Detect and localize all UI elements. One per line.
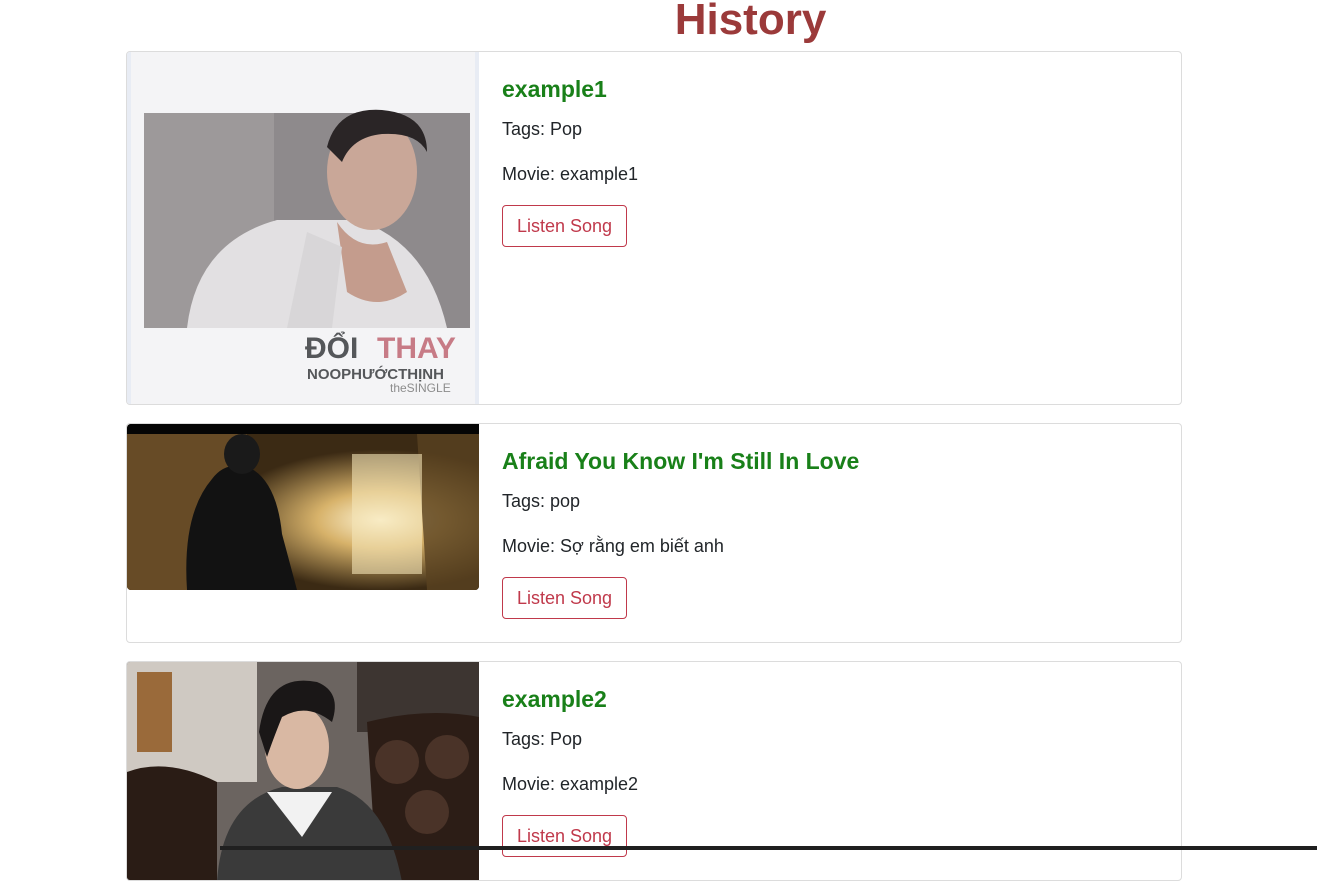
listen-song-button[interactable]: Listen Song bbox=[502, 577, 628, 619]
listen-song-button[interactable]: Listen Song bbox=[502, 815, 628, 857]
song-movie: Movie: Sợ rằng em biết anh bbox=[502, 536, 724, 556]
listen-song-button[interactable]: Listen Song bbox=[502, 205, 628, 247]
song-title[interactable]: example2 bbox=[502, 686, 607, 713]
song-tags: Tags: pop bbox=[502, 491, 581, 511]
song-movie: Movie: example2 bbox=[502, 774, 639, 794]
page-title: History bbox=[674, 0, 827, 44]
song-card: Afraid You Know I'm Still In Love Tags: … bbox=[126, 423, 1182, 643]
song-cover-image bbox=[127, 424, 479, 590]
cover-text-doi: ĐỔI bbox=[305, 331, 358, 365]
song-movie: Movie: example1 bbox=[502, 164, 639, 184]
song-card: ĐỔI THAY NOOPHƯỚCTHỊNH theSINGLE example… bbox=[126, 51, 1182, 405]
cover-text-single: theSINGLE bbox=[390, 381, 451, 395]
cover-text-thay: THAY bbox=[377, 332, 456, 365]
song-title[interactable]: example1 bbox=[502, 76, 607, 103]
song-tags: Tags: Pop bbox=[502, 729, 583, 749]
song-tags: Tags: Pop bbox=[502, 119, 583, 139]
horizontal-scrollbar[interactable] bbox=[220, 846, 1317, 850]
song-cover-image: ĐỔI THAY NOOPHƯỚCTHỊNH theSINGLE bbox=[127, 52, 479, 404]
song-title[interactable]: Afraid You Know I'm Still In Love bbox=[502, 448, 859, 475]
